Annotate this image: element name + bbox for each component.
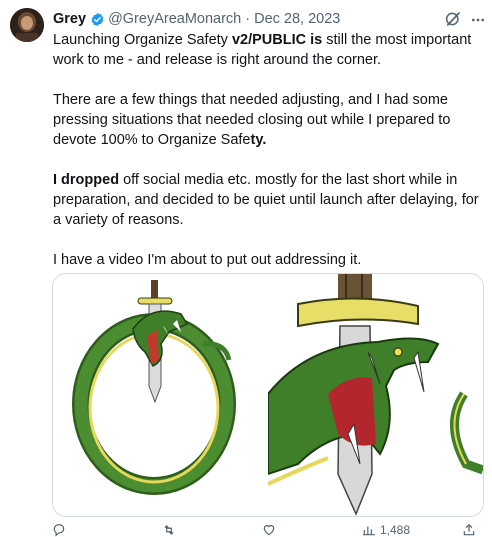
ouroboros-snake-dagger-image [53, 274, 266, 516]
media-image-closeup[interactable] [268, 274, 483, 516]
views-count: 1,488 [380, 523, 411, 537]
verified-badge-icon [91, 12, 104, 26]
tweet-paragraph: Launching Organize Safety v2/PUBLIC is s… [53, 30, 489, 70]
tweet-paragraph: I have a video I'm about to put out addr… [53, 250, 489, 270]
separator-dot: · [245, 11, 251, 27]
media-image-ouroboros[interactable] [53, 274, 268, 516]
tweet-paragraph: There are a few things that needed adjus… [53, 90, 489, 150]
like-icon[interactable] [262, 523, 276, 537]
avatar[interactable] [10, 8, 44, 42]
tweet-card[interactable]: Grey @GreyAreaMonarch · Dec 28, 2023 Lau… [0, 0, 492, 537]
grok-icon[interactable] [444, 10, 462, 28]
reply-icon[interactable] [52, 523, 66, 537]
snake-dagger-closeup-image [268, 274, 483, 516]
media-grid [52, 273, 484, 517]
tweet-text-run: v2/PUBLIC is [231, 32, 323, 48]
share-icon[interactable] [462, 523, 476, 537]
tweet-text-run: Launching Organize Safety [53, 32, 232, 48]
tweet-actions: 1,488 [52, 523, 482, 537]
author-name[interactable]: Grey [53, 11, 86, 27]
retweet-icon[interactable] [162, 523, 176, 537]
tweet-text-run: I have a video I'm about to put out addr… [53, 252, 362, 268]
views-icon[interactable] [362, 523, 376, 537]
tweet-header: Grey @GreyAreaMonarch · Dec 28, 2023 [53, 9, 452, 29]
tweet-text-run: ty. [250, 132, 267, 148]
avatar-image [10, 8, 44, 42]
tweet-text-run: I dropped [53, 172, 120, 188]
tweet-date[interactable]: Dec 28, 2023 [254, 11, 340, 27]
author-handle[interactable]: @GreyAreaMonarch [108, 11, 241, 27]
tweet-paragraph: I dropped off social media etc. mostly f… [53, 170, 489, 230]
more-options-icon[interactable] [470, 12, 486, 28]
